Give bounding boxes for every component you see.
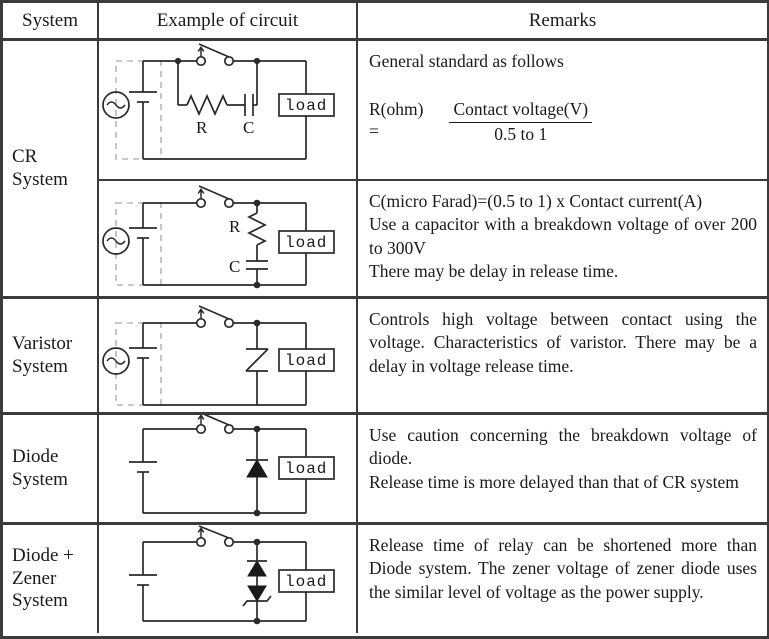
- system-label-diode-line1: Diode: [12, 446, 59, 468]
- diode-triangle: [246, 459, 268, 478]
- remarks-cell-varistor: Controls high voltage between contact us…: [358, 299, 767, 412]
- remarks-cell-diode: Use caution concerning the breakdown vol…: [358, 415, 767, 522]
- circuit-cell-cr-parallel: R C load: [99, 181, 358, 296]
- switch-terminal-right: [223, 55, 235, 67]
- cr-subrow-2: R C load C(micro Farad)=(0.5 to 1) x Con…: [99, 181, 767, 296]
- formula-numerator: Contact voltage(V): [449, 99, 593, 124]
- formula-denominator: 0.5 to 1: [494, 124, 548, 145]
- system-label-diode-zener-line2: Zener: [12, 567, 57, 589]
- switch-blade: [203, 415, 230, 426]
- load-label: load: [285, 234, 327, 252]
- diode-triangle: [247, 560, 267, 577]
- remarks-diode-zener-text: Release time of relay can be shortened m…: [369, 535, 757, 602]
- system-cell-diode-zener: Diode + Zener System: [3, 525, 99, 633]
- formula-left-side: R(ohm) =: [369, 99, 423, 143]
- resistor-label: R: [229, 217, 241, 236]
- circuit-cell-diode: load: [99, 415, 358, 522]
- remarks-cr-general: General standard as follows: [369, 51, 564, 71]
- system-label-diode-line2: System: [12, 468, 68, 490]
- system-cell-diode: Diode System: [3, 415, 99, 522]
- cr-subrow-stack: R C load General standard as follows R(o…: [99, 41, 767, 296]
- circuit-diagram-diode: load: [129, 415, 335, 517]
- circuit-diagram-varistor: load: [102, 305, 335, 406]
- remarks-cell-cr-2: C(micro Farad)=(0.5 to 1) x Contact curr…: [358, 181, 767, 296]
- switch-arrow-stub: [197, 307, 205, 319]
- source-dashed-box: [115, 60, 162, 160]
- circuit-diagram-diode-zener: load: [129, 525, 335, 625]
- cr-subrow-1: R C load General standard as follows R(o…: [99, 41, 767, 181]
- remarks-diode-release: Release time is more delayed than that o…: [369, 471, 739, 492]
- switch-terminal-right: [223, 423, 235, 435]
- system-label-varistor: Varistor System: [12, 333, 72, 378]
- remarks-cr-breakdown: Use a capacitor with a breakdown voltage…: [369, 214, 757, 258]
- circuit-cell-cr-series: R C load: [99, 41, 358, 179]
- remarks-cr-delay: There may be delay in release time.: [369, 260, 619, 281]
- table-row-cr-system: CR System R C load General standard as f…: [3, 41, 767, 299]
- remarks-cr-capacitance: C(micro Farad)=(0.5 to 1) x Contact curr…: [369, 191, 703, 211]
- system-label-cr-line1: CR: [12, 146, 38, 168]
- switch-terminal-right: [223, 197, 235, 209]
- switch-terminal-left: [195, 317, 207, 329]
- circuit-cell-varistor: load: [99, 299, 358, 412]
- switch-arrow-stub: [197, 526, 205, 538]
- system-cell-varistor: Varistor System: [3, 299, 99, 412]
- table-row-diode-zener-system: Diode + Zener System load Release time o…: [3, 525, 767, 633]
- header-cell-circuit: Example of circuit: [99, 3, 358, 38]
- formula-lhs-line1: R(ohm): [369, 99, 424, 120]
- load-label: load: [285, 352, 327, 370]
- load-label: load: [285, 97, 327, 115]
- remarks-cell-diode-zener: Release time of relay can be shortened m…: [358, 525, 767, 633]
- circuit-diagram-cr-parallel: R C load: [102, 185, 335, 289]
- system-label-diode-zener: Diode + Zener System: [12, 545, 74, 612]
- system-cell-cr: CR System: [3, 41, 99, 296]
- switch-arrow-stub: [197, 187, 205, 199]
- remarks-diode-caution: Use caution concerning the breakdown vol…: [369, 425, 757, 469]
- formula-fraction: Contact voltage(V) 0.5 to 1: [449, 99, 593, 146]
- switch-terminal-right: [223, 536, 235, 548]
- circuit-cell-diode-zener: load: [99, 525, 358, 633]
- system-label-cr-line2: System: [12, 168, 68, 190]
- table-header-row: System Example of circuit Remarks: [3, 3, 767, 41]
- table-row-diode-system: Diode System load Use caution concerning…: [3, 415, 767, 525]
- zener-triangle: [247, 585, 267, 602]
- switch-terminal-right: [223, 317, 235, 329]
- switch-terminal-left: [195, 197, 207, 209]
- system-label-varistor-line2: System: [12, 355, 68, 377]
- system-label-diode-zener-line1: Diode +: [12, 545, 74, 567]
- cr-resistance-formula: R(ohm) = Contact voltage(V) 0.5 to 1: [369, 99, 757, 146]
- remarks-cell-cr-1: General standard as follows R(ohm) = Con…: [358, 41, 767, 179]
- circuit-diagram-cr-series: R C load: [102, 43, 335, 160]
- header-cell-system: System: [3, 3, 99, 38]
- switch-arrow-stub: [197, 45, 205, 57]
- switch-terminal-left: [195, 423, 207, 435]
- resistor-symbol: [186, 93, 228, 117]
- resistor-label: R: [196, 118, 208, 137]
- varistor-diagonal: [245, 348, 269, 372]
- header-cell-remarks: Remarks: [528, 9, 597, 31]
- suppression-circuit-table: System Example of circuit Remarks CR Sys…: [0, 0, 769, 639]
- remarks-varistor-text: Controls high voltage between contact us…: [369, 309, 757, 376]
- system-label-varistor-line1: Varistor: [12, 333, 73, 355]
- switch-terminal-left: [195, 536, 207, 548]
- load-label: load: [285, 573, 327, 591]
- table-row-varistor-system: Varistor System load Controls high volta…: [3, 299, 767, 415]
- system-label-diode-zener-line3: System: [12, 590, 68, 612]
- capacitor-label: C: [229, 257, 240, 276]
- resistor-symbol: [247, 212, 267, 246]
- switch-arrow-stub: [197, 415, 205, 425]
- switch-terminal-left: [195, 55, 207, 67]
- load-label: load: [285, 460, 327, 478]
- system-label-cr: CR System: [12, 146, 68, 191]
- system-label-diode: Diode System: [12, 446, 68, 491]
- capacitor-label: C: [243, 118, 254, 137]
- formula-lhs-line2: =: [369, 121, 379, 142]
